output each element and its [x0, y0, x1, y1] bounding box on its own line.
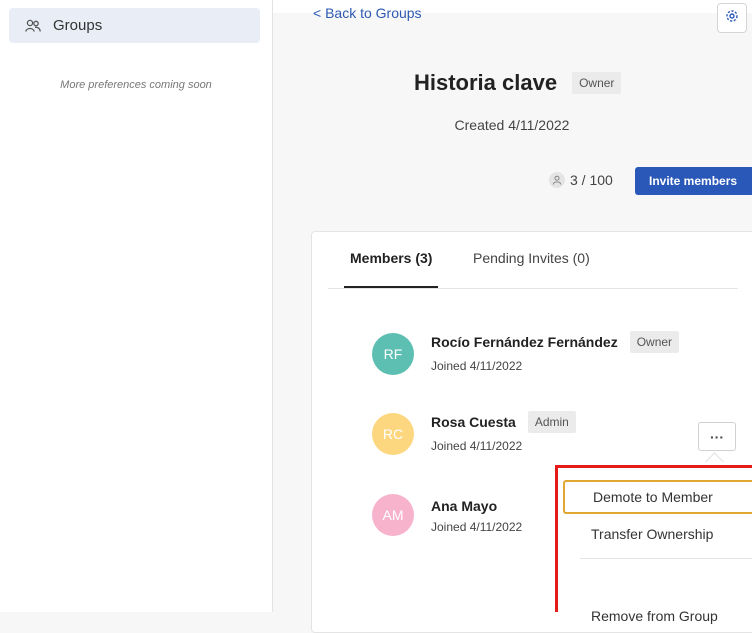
- list-item: RC Rosa Cuesta Admin Joined 4/11/2022: [372, 411, 576, 455]
- member-joined: Joined 4/11/2022: [431, 359, 523, 373]
- sidebar: Groups More preferences coming soon: [0, 0, 273, 612]
- preferences-note: More preferences coming soon: [60, 79, 212, 91]
- list-item: AM Ana Mayo Joined 4/11/2022: [372, 494, 522, 536]
- menu-divider: [580, 558, 752, 559]
- member-count-label: 3 / 100: [570, 172, 613, 188]
- tab-members[interactable]: Members (3): [344, 250, 439, 288]
- avatar: RC: [372, 413, 414, 455]
- avatar: AM: [372, 494, 414, 536]
- status-badge: Owner: [629, 331, 680, 353]
- users-icon: [25, 19, 41, 33]
- member-name: Rocío Fernández Fernández: [431, 334, 618, 350]
- member-actions-menu: Demote to Member Transfer Ownership Remo…: [555, 465, 752, 624]
- role-badge: Owner: [572, 72, 622, 94]
- tab-pending-invites[interactable]: Pending Invites (0): [467, 250, 596, 288]
- list-item: RF Rocío Fernández Fernández Owner Joine…: [372, 331, 680, 375]
- invite-members-button[interactable]: Invite members: [635, 167, 752, 195]
- member-joined: Joined 4/11/2022: [431, 520, 523, 534]
- sidebar-item-groups[interactable]: Groups: [9, 8, 260, 43]
- person-icon: [549, 172, 565, 188]
- group-title-row: Historia clave Owner: [414, 70, 622, 96]
- back-to-groups-link[interactable]: < Back to Groups: [313, 5, 422, 21]
- tab-bar: Members (3) Pending Invites (0): [328, 232, 738, 289]
- member-count: 3 / 100: [549, 172, 613, 188]
- more-actions-button[interactable]: ···: [698, 422, 736, 451]
- created-date: Created 4/11/2022: [454, 117, 570, 133]
- menu-item-remove[interactable]: Remove from Group: [563, 599, 752, 633]
- member-joined: Joined 4/11/2022: [431, 439, 523, 453]
- status-badge: Admin: [527, 411, 576, 433]
- menu-item-transfer-ownership[interactable]: Transfer Ownership: [563, 517, 752, 551]
- page-title: Historia clave: [414, 70, 558, 95]
- member-name: Ana Mayo: [431, 498, 498, 514]
- member-name: Rosa Cuesta: [431, 414, 516, 430]
- gear-icon: [725, 9, 739, 28]
- settings-button[interactable]: [717, 3, 747, 33]
- avatar: RF: [372, 333, 414, 375]
- menu-item-demote[interactable]: Demote to Member: [563, 480, 752, 514]
- sidebar-item-label: Groups: [53, 17, 103, 34]
